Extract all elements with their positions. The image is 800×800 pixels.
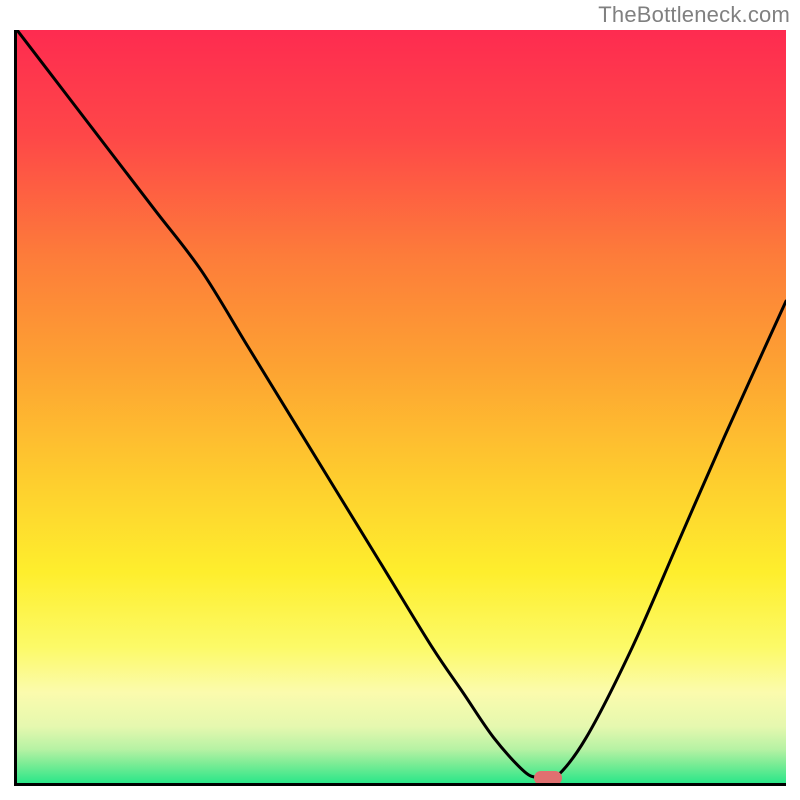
watermark-text: TheBottleneck.com [598, 2, 790, 28]
plot-area [17, 30, 786, 783]
x-axis-line [14, 783, 786, 786]
optimal-marker [534, 771, 562, 783]
chart-container: TheBottleneck.com [0, 0, 800, 800]
bottleneck-curve [17, 30, 786, 783]
